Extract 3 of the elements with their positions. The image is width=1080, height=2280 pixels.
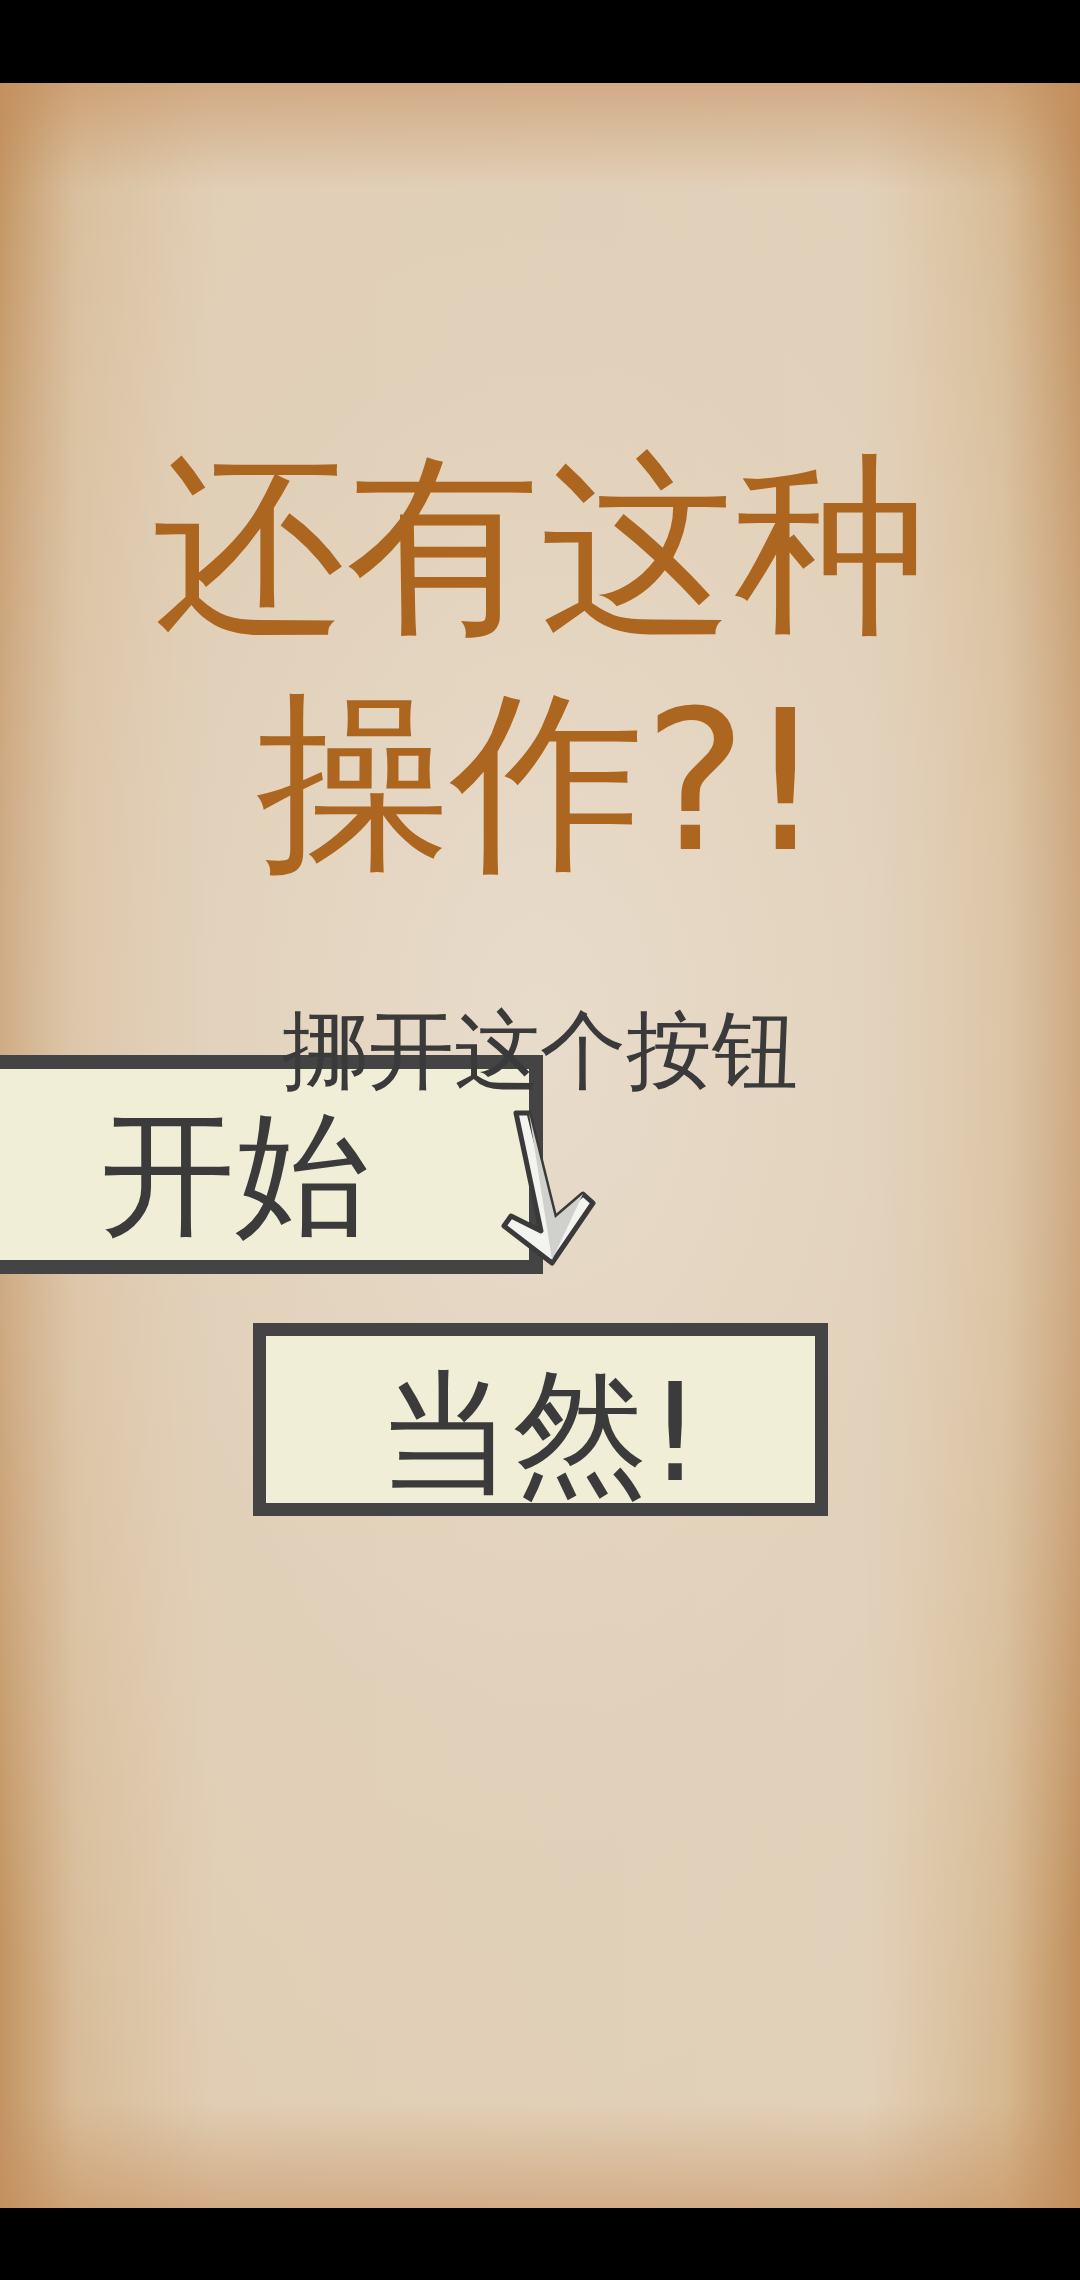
answer-button[interactable]: 当然! [252,1323,828,1517]
down-arrow-icon [500,1110,596,1266]
title: 还有这种操作?! [151,432,929,897]
